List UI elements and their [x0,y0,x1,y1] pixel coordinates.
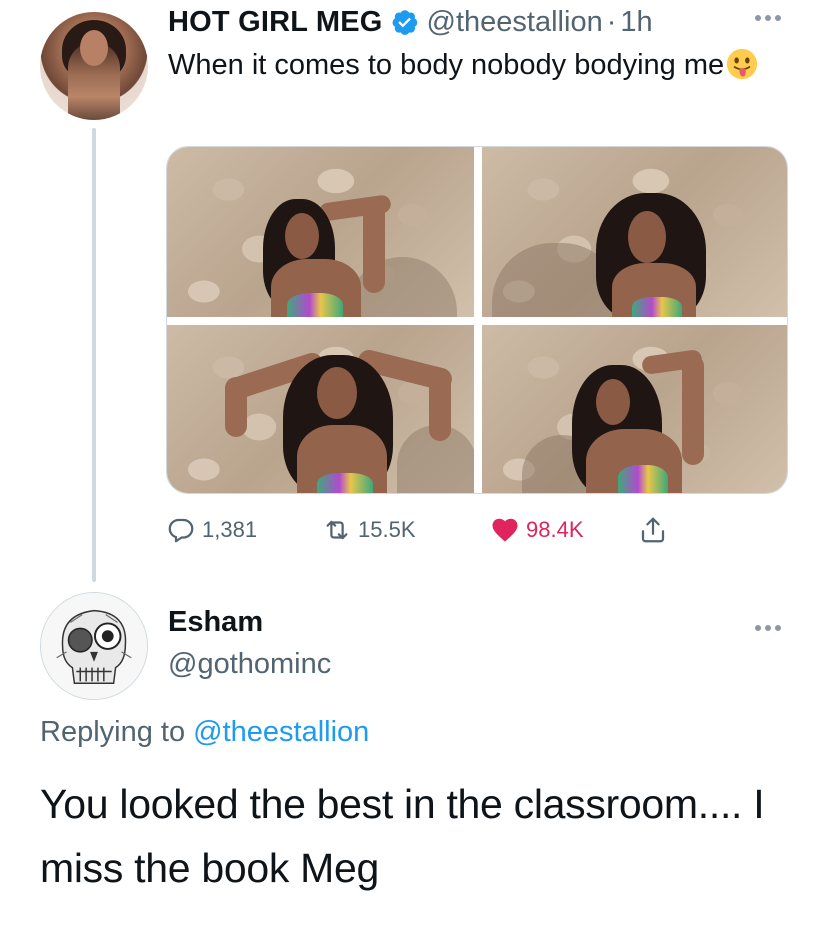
author-handle[interactable]: @theestallion [427,6,603,39]
tweet-action-bar: 1,381 15.5K 98.4K [166,508,706,552]
retweet-count: 15.5K [358,517,416,542]
tweet-header: HOT GIRL MEG @theestallion · 1h [168,2,653,42]
reply-author-avatar[interactable] [40,592,148,700]
author-display-name[interactable]: HOT GIRL MEG [168,6,383,39]
replying-to-prefix: Replying to [40,716,186,748]
share-button[interactable] [638,508,668,552]
author-avatar[interactable] [40,12,148,120]
reply-button[interactable]: 1,381 [166,508,257,552]
media-photo-1[interactable] [167,147,474,317]
replying-to-line: Replying to @theestallion [40,716,369,749]
header-separator: · [606,5,617,38]
reply-count: 1,381 [202,517,258,542]
replying-to-mention-link[interactable]: @theestallion [193,716,369,748]
tweet-text: When it comes to body nobody bodying me [168,44,768,86]
media-photo-4[interactable] [482,325,787,493]
retweet-icon [326,520,348,540]
reply-tweet-text: You looked the best in the classroom....… [40,781,765,891]
tweet-timestamp[interactable]: 1h [620,6,652,39]
like-count: 98.4K [526,517,584,542]
media-photo-2[interactable] [482,147,787,317]
retweet-button[interactable]: 15.5K [322,508,416,552]
verified-badge-icon [392,10,417,35]
skull-illustration-icon [41,593,147,699]
reply-more-options-icon[interactable] [748,616,788,640]
media-photo-3[interactable] [167,325,474,493]
reply-author-handle[interactable]: @gothominc [168,648,331,681]
reply-bubble-icon [168,518,194,543]
thread-connector-line [92,128,96,582]
more-options-icon[interactable] [748,6,788,30]
share-icon [641,517,665,543]
heart-filled-icon [492,518,518,542]
tweet-text-body: When it comes to body nobody bodying me [168,49,725,81]
avatar-face [80,30,108,66]
tweet-media-grid[interactable] [166,146,788,494]
reply-author-display-name[interactable]: Esham [168,606,263,639]
like-button[interactable]: 98.4K [490,508,584,552]
tongue-out-face-emoji [727,48,758,80]
